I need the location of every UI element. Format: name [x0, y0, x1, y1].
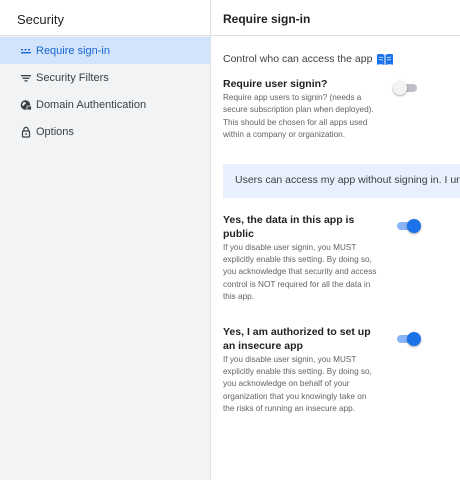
- data-public-toggle[interactable]: [395, 218, 421, 233]
- sidebar-item-require-sign-in[interactable]: Require sign-in: [0, 37, 210, 64]
- setting-title: Yes, I am authorized to set up an insecu…: [223, 325, 371, 352]
- sidebar-nav: Require sign-in Security Filters Domain …: [0, 36, 210, 145]
- globe-lock-icon: [20, 99, 32, 111]
- sidebar-item-options[interactable]: Options: [0, 118, 210, 145]
- book-icon[interactable]: [376, 53, 394, 66]
- page-title: Require sign-in: [211, 0, 460, 36]
- sidebar-item-domain-authentication[interactable]: Domain Authentication: [0, 91, 210, 118]
- require-signin-toggle[interactable]: [393, 81, 419, 95]
- setting-title: Yes, the data in this app is public: [223, 213, 355, 240]
- setting-description: If you disable user signin, you MUST exp…: [223, 242, 377, 302]
- sidebar-title: Security: [0, 0, 210, 36]
- setting-description: Require app users to signin? (needs a se…: [223, 93, 374, 140]
- sidebar: Security Require sign-in Security Filter…: [0, 0, 211, 480]
- access-control-row: Control who can access the app: [223, 51, 460, 67]
- main-panel: Require sign-in Control who can access t…: [211, 0, 460, 480]
- sidebar-item-security-filters[interactable]: Security Filters: [0, 64, 210, 91]
- setting-description: If you disable user signin, you MUST exp…: [223, 354, 372, 414]
- public-access-banner: Users can access my app without signing …: [223, 163, 460, 198]
- sidebar-item-label: Domain Authentication: [36, 98, 147, 111]
- sidebar-item-label: Security Filters: [36, 71, 109, 84]
- access-control-text: Control who can access the app: [223, 53, 373, 65]
- sidebar-item-label: Require sign-in: [36, 44, 110, 57]
- insecure-app-toggle[interactable]: [395, 331, 421, 346]
- setting-data-public: Yes, the data in this app is public If y…: [223, 213, 460, 304]
- setting-insecure-app: Yes, I am authorized to set up an insecu…: [223, 325, 460, 416]
- setting-require-signin: Require user signin? Require app users t…: [223, 77, 460, 142]
- setting-title: Require user signin?: [223, 78, 328, 90]
- lock-icon: [20, 126, 32, 138]
- sidebar-item-label: Options: [36, 125, 74, 138]
- settings-content: Control who can access the app Require u…: [211, 51, 460, 416]
- dotted-lines-icon: [20, 45, 32, 57]
- filter-icon: [20, 72, 32, 84]
